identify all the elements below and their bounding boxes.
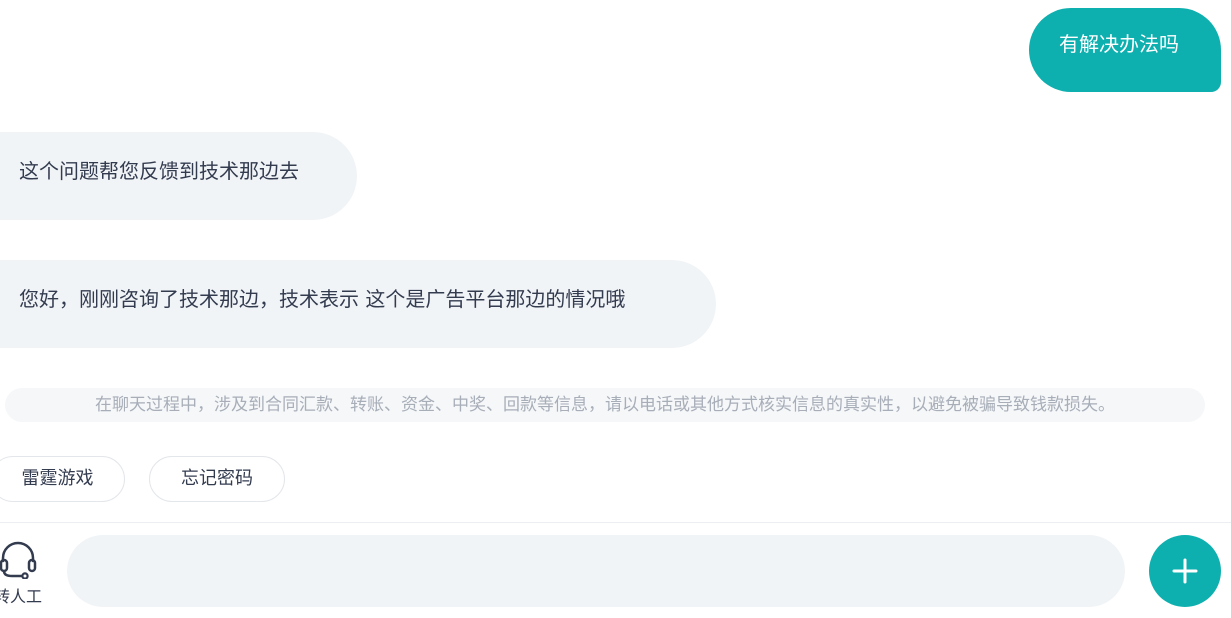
more-options-button[interactable]: [1149, 535, 1221, 607]
quick-reply-chip[interactable]: 雷霆游戏: [0, 456, 125, 502]
transfer-label: 转人工: [0, 587, 42, 606]
headset-icon: [0, 541, 37, 579]
chat-window: 有解决办法吗 这个问题帮您反馈到技术那边去 您好，刚刚咨询了技术那边，技术表示 …: [0, 0, 1231, 618]
user-message-bubble: 有解决办法吗: [1029, 8, 1221, 92]
safety-notice: 在聊天过程中，涉及到合同汇款、转账、资金、中奖、回款等信息，请以电话或其他方式核…: [5, 388, 1205, 422]
agent-message-bubble: 这个问题帮您反馈到技术那边去: [0, 132, 357, 220]
agent-message-bubble: 您好，刚刚咨询了技术那边，技术表示 这个是广告平台那边的情况哦: [0, 260, 716, 348]
composer-divider: [0, 522, 1231, 523]
transfer-to-agent-button[interactable]: 转人工: [0, 535, 48, 607]
plus-icon: [1172, 558, 1198, 584]
quick-reply-chip[interactable]: 忘记密码: [149, 456, 285, 502]
message-input[interactable]: [67, 535, 1125, 607]
